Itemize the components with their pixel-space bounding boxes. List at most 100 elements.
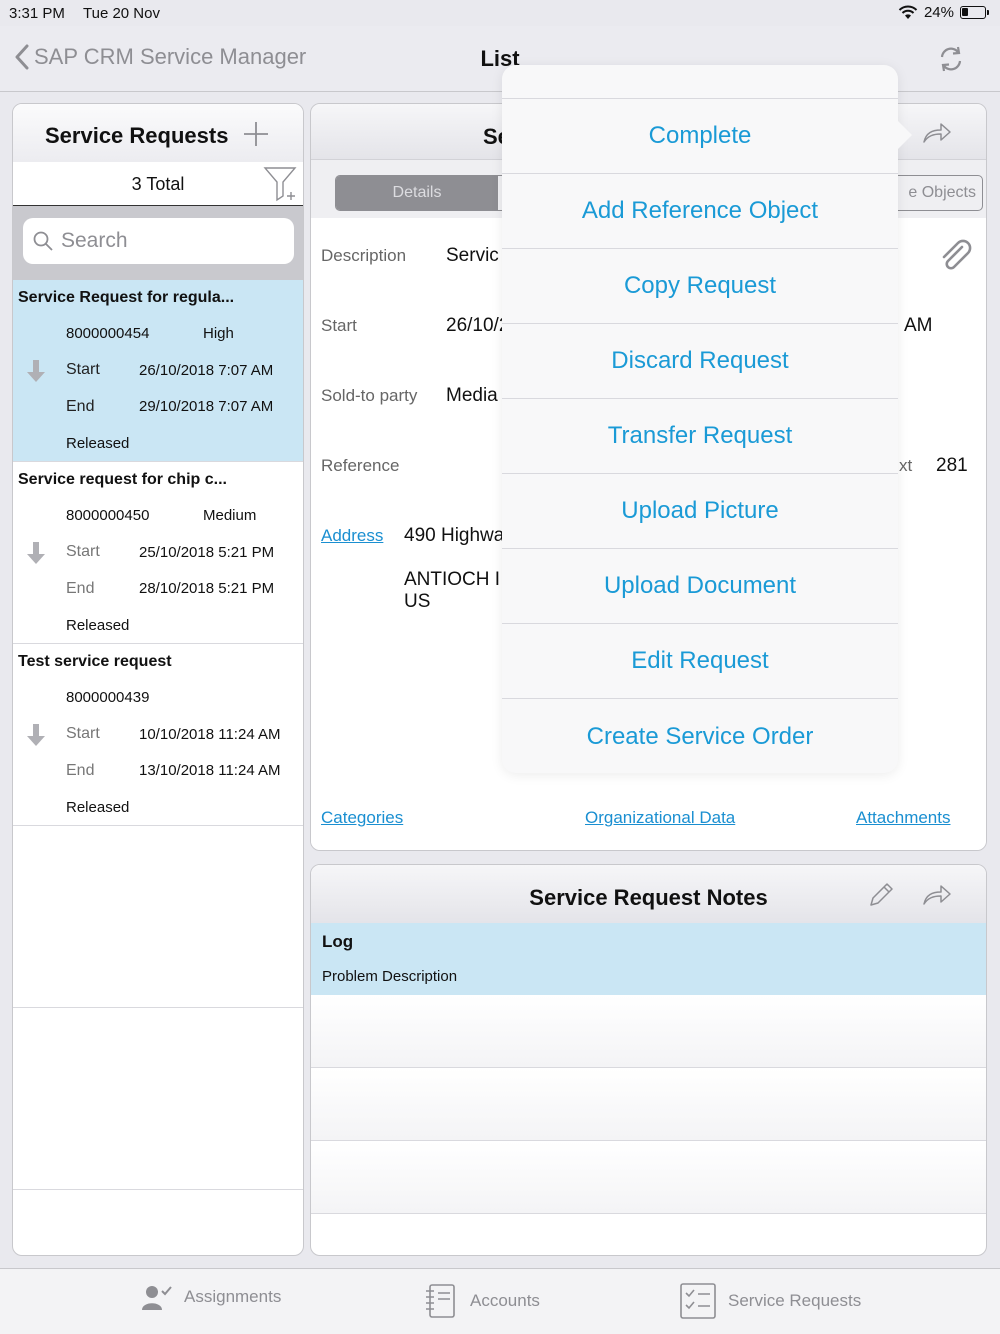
request-title: Test service request — [18, 653, 172, 670]
request-priority: High — [203, 325, 234, 342]
end-label: End — [66, 580, 95, 597]
total-row: 3 Total — [13, 162, 303, 206]
service-requests-panel: Service Requests 3 Total Service Request… — [12, 103, 304, 1256]
notes-panel: Service Request Notes Log Problem Descri… — [310, 864, 987, 1256]
note-log-title: Log — [322, 932, 354, 951]
plus-icon — [244, 122, 268, 146]
request-status: Released — [66, 617, 130, 634]
start-time-suffix: AM — [904, 315, 933, 336]
request-row[interactable]: Test service request 8000000439 Start 10… — [13, 644, 303, 826]
create-service-order-action[interactable]: Create Service Order — [502, 699, 898, 774]
service-requests-title: Service Requests — [45, 123, 229, 148]
start-value: 10/10/2018 11:24 AM — [139, 726, 281, 743]
tab-accounts[interactable]: Accounts — [424, 1283, 540, 1319]
status-bar: 3:31 PM Tue 20 Nov 24% — [0, 0, 1000, 26]
filter-icon — [263, 167, 297, 202]
end-label: End — [66, 762, 95, 779]
attachment-button[interactable] — [938, 238, 974, 279]
end-value: 29/10/2018 7:07 AM — [139, 398, 274, 415]
transfer-request-action[interactable]: Transfer Request — [502, 399, 898, 474]
empty-row — [13, 826, 303, 1008]
attachments-link[interactable]: Attachments — [856, 808, 951, 828]
reference-label: Reference — [321, 456, 400, 475]
categories-link[interactable]: Categories — [321, 808, 403, 828]
end-label: End — [66, 398, 95, 415]
arrow-down-icon — [27, 542, 45, 564]
request-id: 8000000439 — [66, 689, 150, 706]
arrow-down-icon — [27, 360, 45, 382]
assignments-icon — [142, 1286, 172, 1310]
start-label: Start — [66, 361, 100, 378]
ext-value: 281 — [936, 455, 968, 476]
service-requests-header: Service Requests — [13, 104, 303, 162]
refresh-button[interactable] — [936, 44, 966, 79]
edit-request-action[interactable]: Edit Request — [502, 624, 898, 699]
paperclip-icon — [942, 239, 972, 270]
note-log-row[interactable]: Log Problem Description — [311, 923, 986, 995]
popover-top — [502, 65, 898, 99]
empty-note-row — [311, 1068, 986, 1141]
start-label: Start — [66, 543, 100, 560]
battery-icon — [960, 6, 989, 19]
add-reference-object-action[interactable]: Add Reference Object — [502, 174, 898, 249]
share-arrow-icon — [923, 885, 951, 905]
tab-accounts-label: Accounts — [470, 1291, 540, 1310]
description-label: Description — [321, 246, 407, 265]
upload-picture-action[interactable]: Upload Picture — [502, 474, 898, 549]
tab-details[interactable]: Details — [336, 176, 498, 210]
edit-notes-button[interactable] — [868, 882, 894, 913]
request-title: Service Request for regula... — [18, 289, 235, 306]
tab-bar: Assignments Accounts Service Requests — [0, 1268, 1000, 1334]
ext-label: xt — [899, 456, 913, 475]
address-line1: 490 Highwa — [404, 525, 505, 546]
add-request-button[interactable] — [243, 121, 269, 152]
total-count: 3 Total — [131, 174, 185, 194]
search-bar — [13, 206, 303, 280]
refresh-icon — [940, 46, 962, 72]
discard-request-action[interactable]: Discard Request — [502, 324, 898, 399]
start-label: Start — [321, 316, 357, 335]
end-value: 13/10/2018 11:24 AM — [139, 762, 281, 779]
status-time: 3:31 PM — [9, 5, 65, 22]
checklist-icon — [680, 1283, 716, 1319]
filter-button[interactable] — [263, 166, 299, 207]
organizational-data-link[interactable]: Organizational Data — [585, 808, 735, 828]
sold-to-label: Sold-to party — [321, 386, 418, 405]
start-value: 25/10/2018 5:21 PM — [139, 544, 275, 561]
complete-action[interactable]: Complete — [502, 99, 898, 174]
action-menu-button[interactable] — [922, 122, 952, 149]
note-log-description: Problem Description — [322, 968, 458, 985]
search-icon — [33, 231, 53, 251]
search-field[interactable] — [23, 218, 294, 264]
battery-percent: 24% — [923, 4, 954, 21]
request-row[interactable]: Service Request for regula... 8000000454… — [13, 280, 303, 462]
start-label: Start — [66, 725, 100, 742]
tab-service-requests[interactable]: Service Requests — [680, 1283, 861, 1319]
request-row[interactable]: Service request for chip c... 8000000450… — [13, 462, 303, 644]
copy-request-action[interactable]: Copy Request — [502, 249, 898, 324]
description-value: Servic — [446, 245, 499, 266]
request-id: 8000000450 — [66, 507, 150, 524]
status-date: Tue 20 Nov — [83, 5, 160, 22]
sold-to-value: Media — [446, 385, 498, 406]
arrow-down-icon — [27, 724, 45, 746]
tab-service-requests-label: Service Requests — [728, 1291, 862, 1310]
empty-note-row — [311, 995, 986, 1068]
upload-document-action[interactable]: Upload Document — [502, 549, 898, 624]
request-status: Released — [66, 435, 130, 452]
empty-note-row — [311, 1141, 986, 1214]
tab-assignments-label: Assignments — [184, 1287, 282, 1306]
actions-popover: Complete Add Reference Object Copy Reque… — [502, 65, 912, 774]
notes-header: Service Request Notes — [311, 865, 986, 923]
address-line2: ANTIOCH I — [404, 569, 501, 590]
request-priority: Medium — [203, 507, 257, 524]
accounts-icon — [426, 1284, 455, 1318]
search-input[interactable] — [61, 229, 281, 253]
status-right: 24% — [898, 4, 989, 21]
end-value: 28/10/2018 5:21 PM — [139, 580, 275, 597]
notes-share-button[interactable] — [922, 884, 952, 911]
address-link[interactable]: Address — [321, 526, 383, 546]
tab-assignments[interactable]: Assignments — [142, 1283, 281, 1311]
start-value: 26/10/2018 7:07 AM — [139, 362, 274, 379]
empty-row — [13, 1008, 303, 1190]
